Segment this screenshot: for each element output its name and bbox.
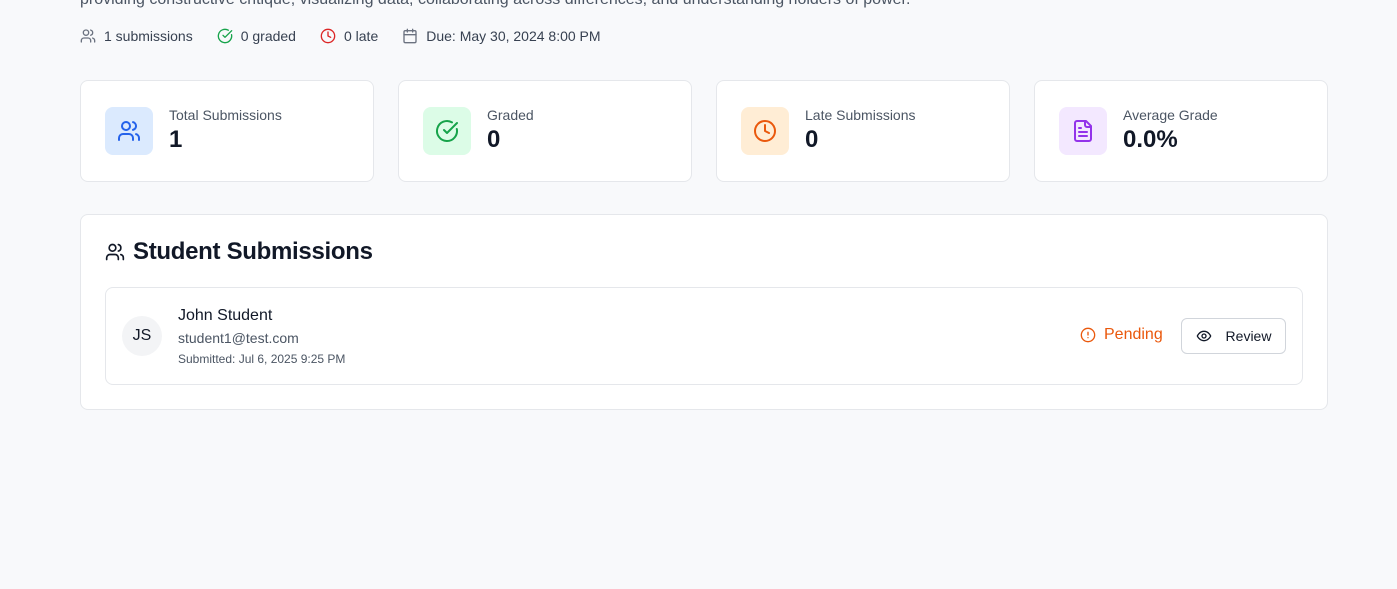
meta-late-text: 0 late — [343, 28, 379, 44]
submitted-date: Submitted: Jul 6, 2025 9:25 PM — [178, 352, 346, 366]
meta-submissions: 1 submissions — [80, 28, 193, 44]
stat-icon-box — [1059, 107, 1107, 155]
eye-icon — [1196, 330, 1211, 342]
student-name: John Student — [178, 307, 273, 324]
meta-graded-text: 0 graded — [240, 28, 296, 44]
check-circle-icon — [217, 28, 233, 44]
stat-icon-box — [423, 107, 471, 155]
stat-value: 0 — [487, 126, 501, 153]
panel-title-text: Student Submissions — [133, 238, 373, 265]
avatar: JS — [122, 316, 162, 356]
status-badge: Pending — [1080, 326, 1163, 344]
users-icon — [118, 121, 140, 141]
stat-label: Graded — [487, 107, 534, 123]
stat-icon-box — [105, 107, 153, 155]
meta-due-text: Due: May 30, 2024 8:00 PM — [426, 28, 601, 44]
meta-due: Due: May 30, 2024 8:00 PM — [402, 28, 601, 44]
student-submissions-panel: Student Submissions JS John Student stud… — [80, 214, 1328, 410]
stat-value: 1 — [169, 126, 183, 153]
stat-card-average-grade: Average Grade 0.0% — [1034, 80, 1328, 182]
meta-graded: 0 graded — [217, 28, 296, 44]
stat-value: 0.0% — [1123, 126, 1178, 153]
stat-label: Average Grade — [1123, 107, 1218, 123]
stat-text: Late Submissions 0 — [805, 106, 916, 156]
stat-text: Total Submissions 1 — [169, 106, 282, 156]
users-icon — [105, 243, 125, 261]
users-icon — [80, 29, 96, 43]
stat-text: Graded 0 — [487, 106, 534, 156]
meta-late: 0 late — [320, 28, 378, 44]
calendar-icon — [403, 28, 417, 44]
stat-label: Late Submissions — [805, 107, 916, 123]
assignment-description: providing constructive critique, visuali… — [80, 0, 910, 9]
check-circle-icon — [436, 120, 458, 142]
meta-submissions-text: 1 submissions — [104, 28, 193, 44]
status-text: Pending — [1104, 326, 1163, 343]
stat-text: Average Grade 0.0% — [1123, 106, 1218, 156]
panel-title: Student Submissions — [105, 238, 373, 266]
assignment-meta: 1 submissions 0 graded 0 late Due: May 3… — [80, 28, 625, 44]
stat-card-late-submissions: Late Submissions 0 — [716, 80, 1010, 182]
stats-row: Total Submissions 1 Graded 0 Late Submis… — [80, 80, 1328, 182]
clock-icon — [754, 120, 776, 142]
stat-card-graded: Graded 0 — [398, 80, 692, 182]
student-email: student1@test.com — [178, 330, 299, 346]
stat-value: 0 — [805, 126, 819, 153]
review-button-label: Review — [1225, 328, 1272, 344]
stat-card-total-submissions: Total Submissions 1 — [80, 80, 374, 182]
stat-label: Total Submissions — [169, 107, 282, 123]
stat-icon-box — [741, 107, 789, 155]
submission-row: JS John Student student1@test.com Submit… — [105, 287, 1303, 385]
clock-icon — [320, 28, 336, 44]
file-text-icon — [1074, 120, 1092, 142]
alert-circle-icon — [1080, 327, 1096, 343]
review-button[interactable]: Review — [1181, 318, 1286, 354]
